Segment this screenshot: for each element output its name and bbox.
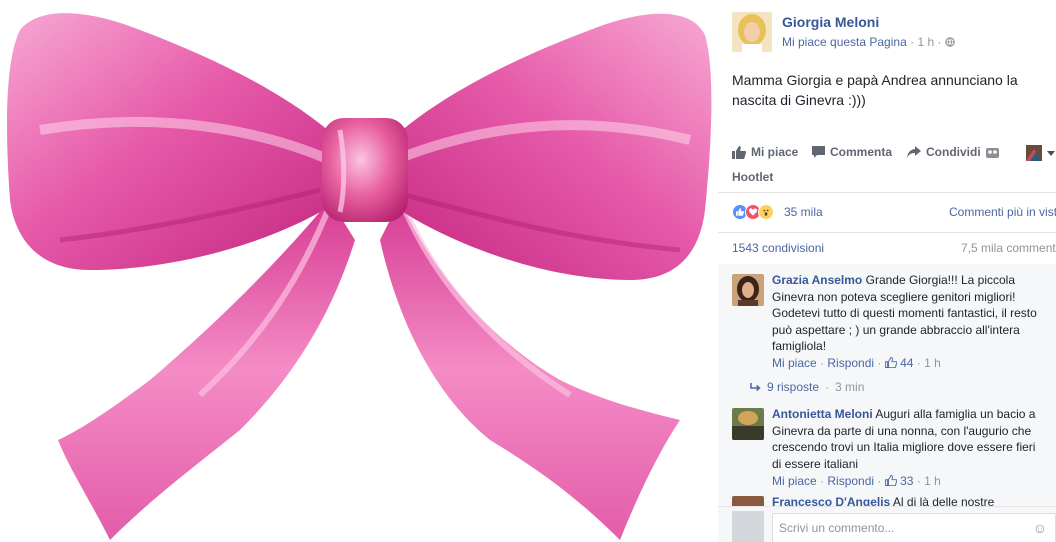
page-avatar-icon xyxy=(1026,145,1042,161)
share-icon xyxy=(907,146,921,158)
meta-separator-2: · xyxy=(937,35,942,49)
commenter-avatar[interactable] xyxy=(732,408,764,440)
comment-input[interactable]: Scrivi un commento... ☺ xyxy=(772,513,1056,542)
replies-time: 3 min xyxy=(835,380,865,394)
post-text: Mamma Giorgia e papà Andrea annunciano l… xyxy=(732,72,1018,108)
comment-reply-link[interactable]: Rispondi xyxy=(827,356,874,370)
comment-composer: Scrivi un commento... ☺ xyxy=(718,506,1056,542)
divider xyxy=(718,232,1056,233)
comment-body: Grazia Anselmo Grande Giorgia!!! La picc… xyxy=(772,272,1042,355)
replies-count: 9 risposte xyxy=(767,380,820,394)
post-time[interactable]: 1 h xyxy=(917,35,934,49)
meta-separator: · xyxy=(910,35,915,49)
action-bar: Mi piace Commenta Condividi xyxy=(732,145,1056,165)
commenter-avatar[interactable] xyxy=(732,274,764,306)
caret-down-icon xyxy=(1047,150,1055,156)
comment-reply-link[interactable]: Rispondi xyxy=(827,474,874,488)
divider xyxy=(718,192,1056,193)
comment-label: Commenta xyxy=(830,145,893,159)
share-label: Condividi xyxy=(926,145,981,159)
audience-selector[interactable] xyxy=(1026,145,1055,161)
hootlet-label[interactable]: Hootlet xyxy=(732,170,773,184)
comment-meta: Mi piace · Rispondi · 33 · 1 h xyxy=(772,474,941,488)
comment-icon xyxy=(812,146,825,158)
comment-order-dropdown[interactable]: Commenti più in vista xyxy=(949,205,1056,219)
reactions-row: 35 mila Commenti più in vista xyxy=(732,202,1056,222)
globe-icon xyxy=(945,37,955,47)
comments-section: Grazia Anselmo Grande Giorgia!!! La picc… xyxy=(718,264,1056,542)
thumbs-up-outline-icon xyxy=(884,474,898,487)
shares-row: 1543 condivisioni 7,5 mila commenti xyxy=(732,241,1056,257)
comment-time[interactable]: 1 h xyxy=(924,474,941,488)
post-photo[interactable] xyxy=(0,0,718,542)
comment-like-count[interactable]: 33 xyxy=(900,474,913,488)
hootlet-owl-icon xyxy=(985,147,999,158)
thumbs-up-outline-icon xyxy=(884,356,898,369)
pink-bow-image xyxy=(7,13,712,540)
commenter-name[interactable]: Antonietta Meloni xyxy=(772,407,873,421)
reactions-count[interactable]: 35 mila xyxy=(784,205,823,219)
like-page-link[interactable]: Mi piace questa Pagina xyxy=(782,35,907,49)
share-button[interactable]: Condividi xyxy=(907,145,999,159)
emoji-icon[interactable]: ☺ xyxy=(1033,520,1047,536)
like-button[interactable]: Mi piace xyxy=(732,145,798,159)
comment-like-link[interactable]: Mi piace xyxy=(772,356,817,370)
thumbs-up-icon xyxy=(732,145,746,159)
comment-like-link[interactable]: Mi piace xyxy=(772,474,817,488)
reply-arrow-icon xyxy=(750,382,761,391)
comments-count[interactable]: 7,5 mila commenti xyxy=(961,241,1056,255)
commenter-name[interactable]: Grazia Anselmo xyxy=(772,273,862,287)
user-avatar xyxy=(732,511,764,542)
comment-item: Grazia Anselmo Grande Giorgia!!! La picc… xyxy=(732,272,1052,402)
replies-link[interactable]: 9 risposte · 3 min xyxy=(750,380,864,394)
comment-like-count[interactable]: 44 xyxy=(900,356,913,370)
comment-time[interactable]: 1 h xyxy=(924,356,941,370)
shares-count[interactable]: 1543 condivisioni xyxy=(732,241,824,255)
reaction-icons[interactable] xyxy=(732,204,774,220)
comment-button[interactable]: Commenta xyxy=(812,145,892,159)
wow-reaction-icon xyxy=(758,204,774,220)
comment-item: Antonietta Meloni Auguri alla famiglia u… xyxy=(732,406,1052,498)
like-label: Mi piace xyxy=(751,145,799,159)
post-side-panel: Giorgia Meloni Mi piace questa Pagina · … xyxy=(718,0,1056,542)
comment-placeholder: Scrivi un commento... xyxy=(779,521,895,535)
comment-body: Antonietta Meloni Auguri alla famiglia u… xyxy=(772,406,1042,472)
post-header: Giorgia Meloni Mi piace questa Pagina · … xyxy=(732,12,1056,52)
post-meta: Mi piace questa Pagina · 1 h · xyxy=(782,35,955,49)
author-avatar[interactable] xyxy=(732,12,772,52)
author-name[interactable]: Giorgia Meloni xyxy=(782,14,879,30)
comment-meta: Mi piace · Rispondi · 44 · 1 h xyxy=(772,356,941,370)
